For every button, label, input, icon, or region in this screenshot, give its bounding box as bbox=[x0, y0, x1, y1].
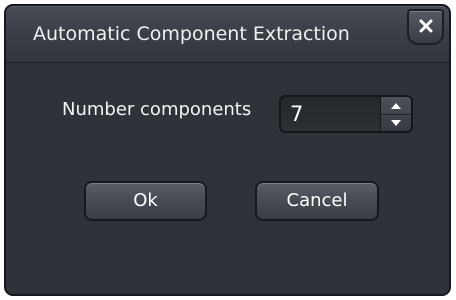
close-button[interactable] bbox=[407, 9, 444, 45]
dialog-title: Automatic Component Extraction bbox=[33, 23, 350, 45]
dialog-body: Number components Ok Cancel bbox=[6, 63, 449, 294]
dialog-titlebar[interactable]: Automatic Component Extraction bbox=[6, 6, 449, 63]
spin-up-button[interactable] bbox=[381, 97, 411, 114]
cancel-button[interactable]: Cancel bbox=[255, 181, 379, 221]
spin-buttons bbox=[380, 97, 411, 131]
close-x-icon bbox=[419, 19, 433, 33]
number-components-input[interactable] bbox=[281, 97, 381, 131]
number-components-label: Number components bbox=[62, 99, 252, 120]
chevron-up-icon bbox=[391, 103, 401, 109]
ok-button[interactable]: Ok bbox=[84, 181, 207, 221]
number-components-spinbox[interactable] bbox=[279, 95, 413, 133]
chevron-down-icon bbox=[391, 120, 401, 126]
component-extraction-dialog: Automatic Component Extraction Number co… bbox=[4, 4, 451, 296]
spin-down-button[interactable] bbox=[381, 114, 411, 131]
